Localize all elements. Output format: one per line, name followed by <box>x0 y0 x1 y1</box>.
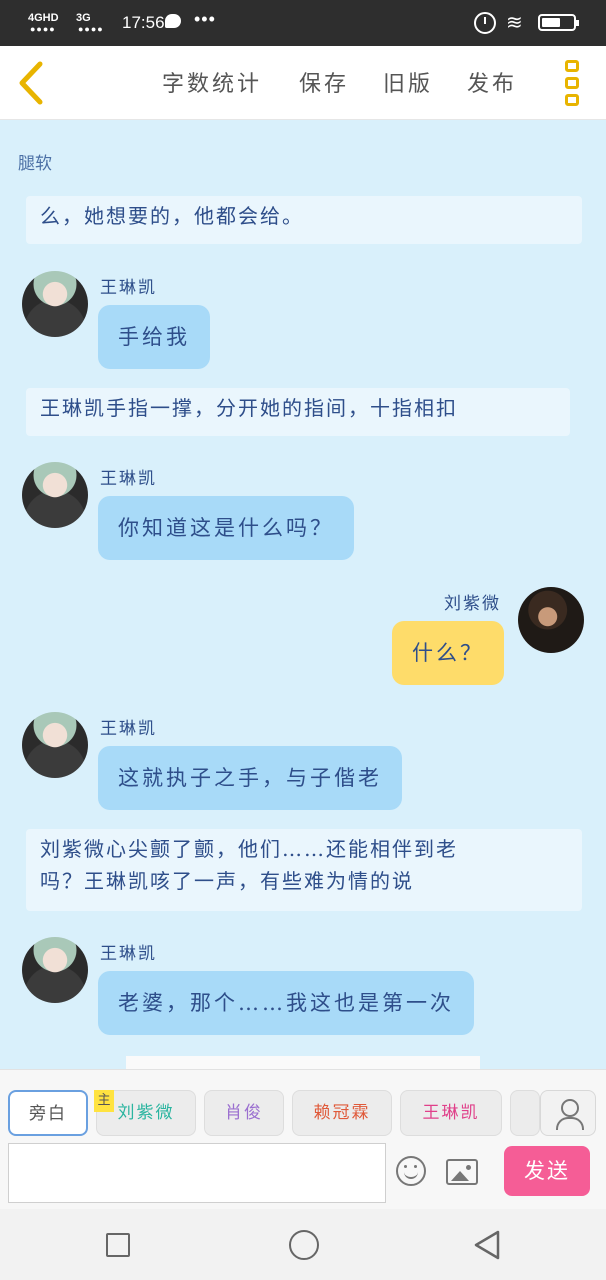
chapter-title: 腿软 <box>18 154 52 174</box>
person-icon[interactable] <box>540 1090 596 1136</box>
status-bar: 4GHD ●●●● 3G ●●●● 17:56 ••• ≋ <box>0 0 606 46</box>
menu-dot-icon <box>565 77 579 89</box>
chat-area[interactable]: 腿软 么，她想要的，他都会给。 王琳凯 手给我 王琳凯手指一撑，分开她的指间，十… <box>0 121 606 1069</box>
chat-bubble[interactable]: 这就执子之手，与子偕老 <box>98 746 402 810</box>
send-button[interactable]: 发送 <box>504 1146 590 1196</box>
battery-icon <box>538 14 579 31</box>
editor-toolbar: 字数统计 保存 旧版 发布 <box>0 46 606 120</box>
role-tab-lai-guanlin[interactable]: 赖冠霖 <box>292 1090 392 1136</box>
speaker-name: 王琳凯 <box>100 719 157 739</box>
avatar-wang-linkai[interactable] <box>22 712 88 778</box>
message-icon <box>165 14 181 28</box>
message-input[interactable] <box>8 1143 386 1203</box>
emoji-icon[interactable] <box>396 1156 426 1186</box>
system-nav-bar <box>0 1209 606 1280</box>
role-tab-label: 王琳凯 <box>422 1103 480 1123</box>
narration-block[interactable]: 刘紫微心尖颤了颤，他们……还能相伴到老 吗？王琳凯咳了一声，有些难为情的说 <box>26 829 582 911</box>
chevron-left-icon <box>19 61 43 105</box>
avatar-wang-linkai[interactable] <box>22 937 88 1003</box>
role-tab-label: 赖冠霖 <box>313 1103 371 1123</box>
speaker-name: 王琳凯 <box>100 944 157 964</box>
save-button[interactable]: 保存 <box>299 66 349 98</box>
role-tab-narrator[interactable]: 旁白 <box>8 1090 88 1136</box>
signal-icon-2: ●●●● <box>78 24 104 34</box>
more-notifications-icon: ••• <box>194 9 216 29</box>
chat-bubble[interactable]: 老婆，那个……我这也是第一次 <box>98 971 474 1035</box>
clock: 17:56 <box>122 13 165 32</box>
narration-block[interactable]: 么，她想要的，他都会给。 <box>26 196 582 244</box>
role-tab-xiao-jun[interactable]: 肖俊 <box>204 1090 284 1136</box>
avatar-wang-linkai[interactable] <box>22 462 88 528</box>
speaker-name: 刘紫微 <box>444 594 501 614</box>
circle-icon[interactable] <box>289 1230 319 1260</box>
role-tab-label: 刘紫微 <box>117 1103 175 1123</box>
image-icon[interactable] <box>446 1159 478 1185</box>
role-tab-partial[interactable] <box>510 1090 540 1136</box>
main-character-badge: 主 <box>94 1090 114 1112</box>
chat-bubble-self[interactable]: 什么？ <box>392 621 504 685</box>
triangle-back-icon[interactable] <box>472 1229 502 1261</box>
narration-text: 王琳凯手指一撑，分开她的指间，十指相扣 <box>40 396 458 420</box>
input-region: 旁白 刘紫微 主 肖俊 赖冠霖 王琳凯 发送 <box>0 1069 606 1209</box>
wifi-icon: ≋ <box>506 12 523 34</box>
role-tab-wang-linkai[interactable]: 王琳凯 <box>400 1090 502 1136</box>
narration-block[interactable]: 王琳凯手指一撑，分开她的指间，十指相扣 <box>26 388 570 436</box>
signal-icon: ●●●● <box>30 24 56 34</box>
menu-dot-icon <box>565 94 579 106</box>
avatar-liu-ziwei[interactable] <box>518 587 584 653</box>
narration-text: 吗？王琳凯咳了一声，有些难为情的说 <box>40 869 414 893</box>
menu-dot-icon <box>565 60 579 72</box>
chat-bubble[interactable]: 你知道这是什么吗？ <box>98 496 354 560</box>
narration-text: 刘紫微心尖颤了颤，他们……还能相伴到老 <box>40 837 458 861</box>
publish-button[interactable]: 发布 <box>467 66 517 98</box>
network-4g-indicator: 4GHD <box>28 12 59 24</box>
speaker-name: 王琳凯 <box>100 469 157 489</box>
chat-bubble[interactable]: 手给我 <box>98 305 210 369</box>
back-button[interactable] <box>14 60 54 106</box>
next-message-card <box>126 1056 480 1069</box>
alarm-icon <box>474 12 496 34</box>
role-tab-label: 肖俊 <box>225 1103 263 1123</box>
square-icon[interactable] <box>106 1233 130 1257</box>
more-menu-button[interactable] <box>562 60 584 108</box>
network-3g-indicator: 3G <box>76 12 91 24</box>
old-version-button[interactable]: 旧版 <box>383 66 433 98</box>
narration-text: 么，她想要的，他都会给。 <box>40 204 304 228</box>
avatar-wang-linkai[interactable] <box>22 271 88 337</box>
role-tab-label: 旁白 <box>29 1104 67 1124</box>
word-count-button[interactable]: 字数统计 <box>162 66 262 98</box>
speaker-name: 王琳凯 <box>100 278 157 298</box>
